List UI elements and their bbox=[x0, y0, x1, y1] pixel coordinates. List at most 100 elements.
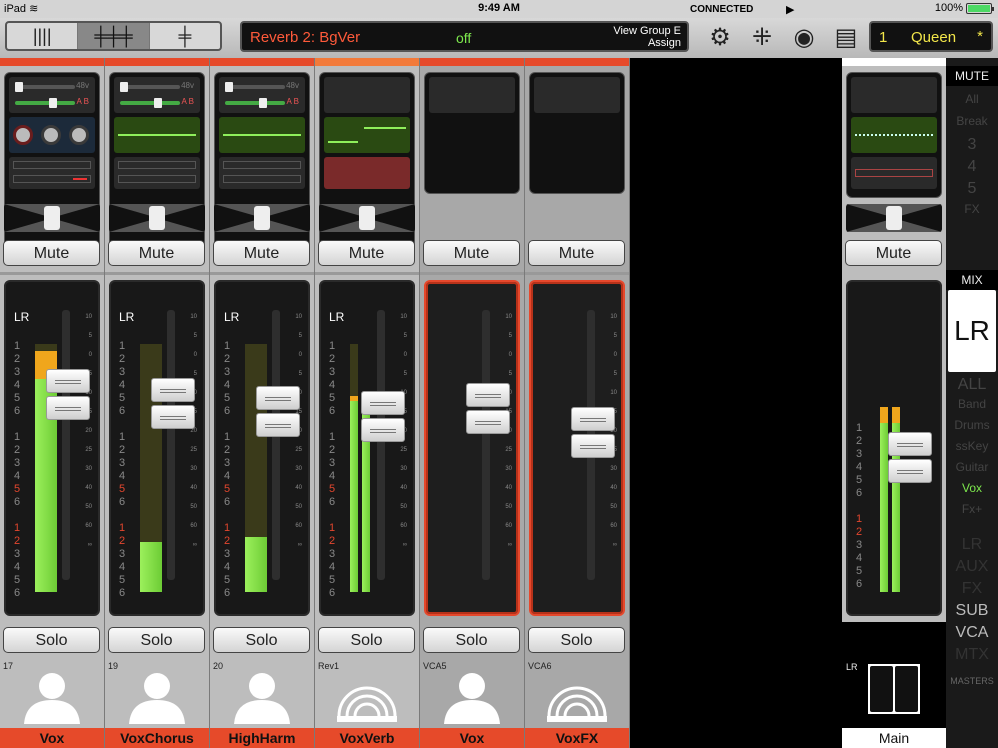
mute-button[interactable]: Mute bbox=[528, 240, 625, 266]
main-pan-control[interactable] bbox=[846, 204, 942, 232]
solo-button[interactable]: Solo bbox=[213, 627, 310, 653]
pan-knob[interactable] bbox=[359, 206, 375, 230]
channel-fader[interactable]: LR 123456123456123456 105051015202530405… bbox=[109, 280, 205, 616]
meter-scale: 123456123456123456 bbox=[119, 340, 126, 599]
bus-type-item[interactable]: VCA bbox=[946, 624, 998, 642]
pan-control[interactable] bbox=[109, 204, 205, 232]
status-bar: iPad ≋ 9:49 AM 100% bbox=[0, 0, 998, 18]
fader-cap[interactable] bbox=[361, 391, 405, 443]
mix-header: MIX bbox=[946, 270, 998, 290]
mute-group-item[interactable]: 5 bbox=[946, 180, 998, 198]
faders-view-button[interactable]: ╪╪╪ bbox=[78, 23, 150, 49]
mix-group-item[interactable]: Vox bbox=[946, 481, 998, 495]
fader-cap[interactable] bbox=[46, 369, 90, 421]
channel-fader[interactable]: LR 123456123456123456 105051015202530405… bbox=[4, 280, 100, 616]
fader-track[interactable] bbox=[167, 310, 175, 580]
mute-button[interactable]: Mute bbox=[3, 240, 100, 266]
main-fader[interactable]: 123456123456 bbox=[846, 280, 942, 616]
mute-button[interactable]: Mute bbox=[213, 240, 310, 266]
channel-fader[interactable]: 105051015202530405060∞ bbox=[424, 280, 520, 616]
channel-number: 17 bbox=[3, 661, 14, 671]
main-overview[interactable] bbox=[846, 72, 942, 198]
bus-type-item[interactable]: AUX bbox=[946, 558, 998, 576]
toolbar: |||| ╪╪╪ ╪ Reverb 2: BgVer off View Grou… bbox=[0, 4, 998, 58]
scene-name: Queen bbox=[911, 29, 957, 46]
pan-knob[interactable] bbox=[149, 206, 165, 230]
mix-group-item[interactable]: Fx+ bbox=[946, 502, 998, 516]
channel-fader[interactable]: LR 123456123456123456 105051015202530405… bbox=[319, 280, 415, 616]
mute-button[interactable]: Mute bbox=[423, 240, 520, 266]
solo-button[interactable]: Solo bbox=[318, 627, 415, 653]
channel-fader[interactable]: 105051015202530405060∞ bbox=[529, 280, 625, 616]
fader-scale: 105051015202530405060∞ bbox=[85, 314, 92, 548]
solo-button[interactable]: Solo bbox=[423, 627, 520, 653]
pan-control[interactable] bbox=[214, 204, 310, 232]
scene-selector[interactable]: 1 Queen * bbox=[869, 21, 993, 52]
channel-strip: 48vA B Mute LR 123456123456123456 105051… bbox=[210, 58, 315, 748]
mix-group-item[interactable]: Band bbox=[946, 397, 998, 411]
bus-type-item[interactable]: SUB bbox=[946, 602, 998, 620]
channel-fader[interactable]: LR 123456123456123456 105051015202530405… bbox=[214, 280, 310, 616]
fader-track[interactable] bbox=[62, 310, 70, 580]
meters-view-button[interactable]: |||| bbox=[7, 23, 79, 49]
mix-group-item[interactable]: ALL bbox=[946, 376, 998, 394]
single-fader-view-button[interactable]: ╪ bbox=[150, 23, 220, 49]
fx-status-bar[interactable]: Reverb 2: BgVer off View Group E Assign bbox=[240, 21, 689, 52]
pan-knob[interactable] bbox=[254, 206, 270, 230]
channel-name: VoxFX bbox=[525, 728, 629, 748]
fader-cap[interactable] bbox=[256, 385, 300, 438]
fader-icon: ╪ bbox=[178, 25, 192, 46]
pan-knob[interactable] bbox=[44, 206, 60, 230]
solo-button[interactable]: Solo bbox=[108, 627, 205, 653]
view-segmented-control: |||| ╪╪╪ ╪ bbox=[5, 21, 222, 51]
fader-cap[interactable] bbox=[466, 382, 510, 435]
fx-state: off bbox=[456, 30, 472, 46]
bus-type-item[interactable]: MTX bbox=[946, 646, 998, 664]
fader-cap[interactable] bbox=[151, 377, 195, 430]
bus-type-item[interactable]: FX bbox=[946, 580, 998, 598]
mute-button[interactable]: Mute bbox=[108, 240, 205, 266]
fader-track[interactable] bbox=[272, 310, 280, 580]
reverb-icon bbox=[337, 686, 397, 722]
routing-icon[interactable]: ⁜ bbox=[746, 23, 778, 52]
battery-icon bbox=[966, 2, 994, 14]
mute-group-item[interactable]: 4 bbox=[946, 158, 998, 176]
mute-header: MUTE bbox=[946, 66, 998, 86]
mix-group-item[interactable]: Guitar bbox=[946, 460, 998, 474]
record-icon[interactable]: ◉ bbox=[788, 23, 820, 52]
gear-icon[interactable]: ⚙ bbox=[704, 23, 736, 52]
channel-name: Vox bbox=[0, 728, 104, 748]
mute-group-item[interactable]: All bbox=[946, 92, 998, 106]
channel-name: VoxVerb bbox=[315, 728, 419, 748]
vca-overview[interactable] bbox=[529, 72, 625, 194]
mix-lr-selected[interactable]: LR bbox=[948, 290, 996, 372]
battery-indicator: 100% bbox=[935, 2, 994, 14]
meter-scale: 123456123456123456 bbox=[224, 340, 231, 599]
view-group-assign[interactable]: View Group E Assign bbox=[613, 25, 681, 49]
lr-assign-label: LR bbox=[329, 310, 345, 324]
mute-group-item[interactable]: Break bbox=[946, 114, 998, 128]
solo-button[interactable]: Solo bbox=[3, 627, 100, 653]
mix-group-item[interactable]: Drums bbox=[946, 418, 998, 432]
solo-button[interactable]: Solo bbox=[528, 627, 625, 653]
mix-group-item[interactable]: ssKey bbox=[946, 439, 998, 453]
pan-control[interactable] bbox=[319, 204, 415, 232]
fader-scale: 105051015202530405060∞ bbox=[190, 314, 197, 548]
pan-control[interactable] bbox=[4, 204, 100, 232]
main-mute-button[interactable]: Mute bbox=[845, 240, 942, 266]
vca-overview[interactable] bbox=[424, 72, 520, 194]
fader-cap[interactable] bbox=[571, 407, 615, 459]
mute-button[interactable]: Mute bbox=[318, 240, 415, 266]
channel-strip: Mute LR 123456123456123456 1050510152025… bbox=[315, 58, 420, 748]
main-pan-knob[interactable] bbox=[886, 206, 902, 230]
fader-track[interactable] bbox=[482, 310, 490, 580]
mute-group-item[interactable]: 3 bbox=[946, 136, 998, 154]
bus-type-item[interactable]: LR bbox=[946, 536, 998, 554]
empty-area bbox=[630, 58, 842, 748]
channel-number: 20 bbox=[213, 661, 224, 671]
layout-icon[interactable]: ▤ bbox=[830, 23, 862, 52]
fader-track[interactable] bbox=[377, 310, 385, 580]
mute-group-item[interactable]: FX bbox=[946, 202, 998, 216]
main-fader-cap[interactable] bbox=[888, 431, 932, 484]
person-icon bbox=[24, 673, 80, 724]
